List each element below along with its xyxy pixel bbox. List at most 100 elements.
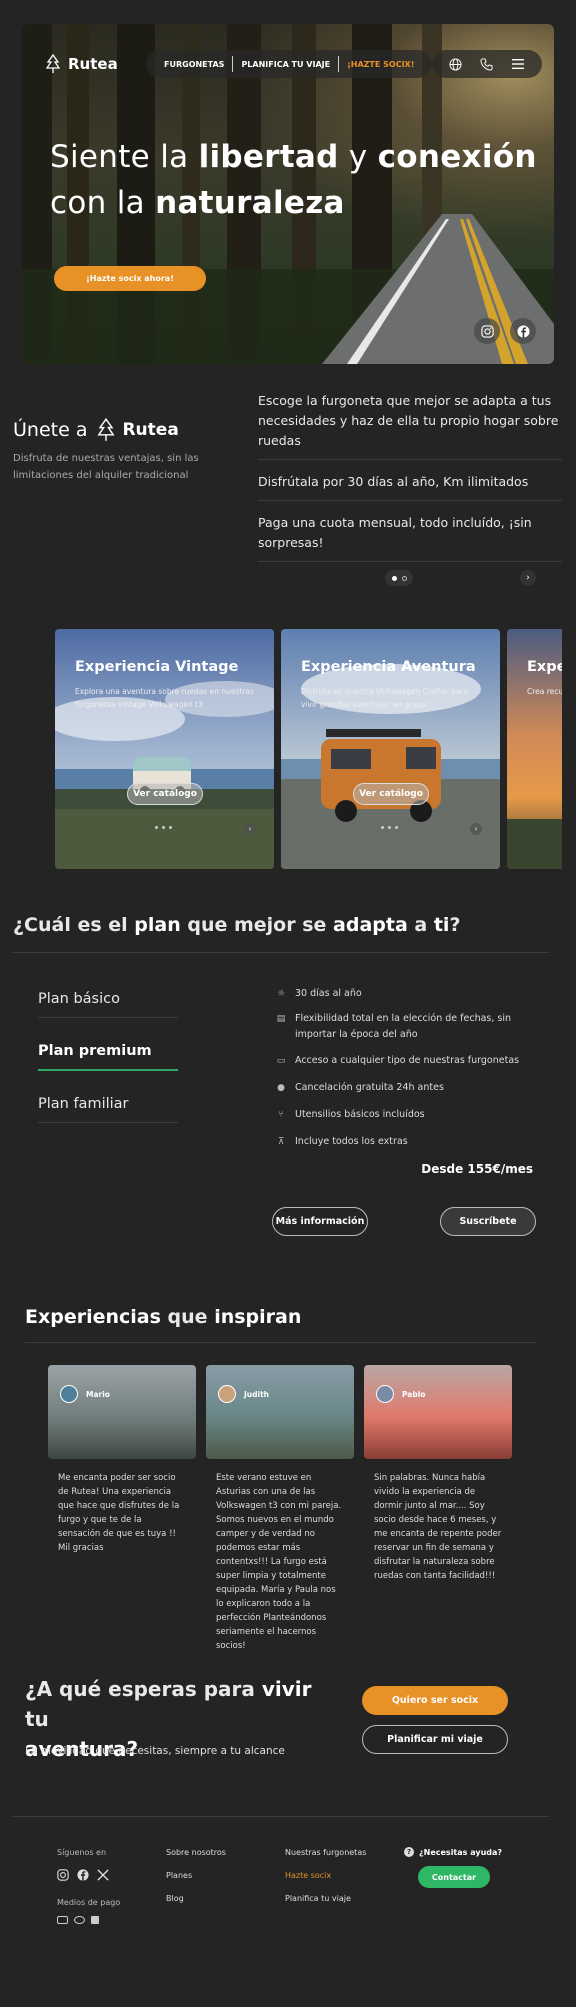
tab-plan-premium[interactable]: Plan premium [38,1043,178,1071]
contact-button[interactable]: Contactar [418,1866,490,1888]
tab-plan-familiar[interactable]: Plan familiar [38,1096,178,1123]
globe-icon[interactable] [448,56,464,72]
hero-banner: Rutea FURGONETAS PLANIFICA TU VIAJE ¡HAZ… [22,24,554,364]
card-description: Disfruta en nuestra Volkswagen Crafter p… [301,687,469,709]
card-title: Experiencia Aventura [301,659,476,675]
feature-text: Utensilios básicos incluídos [295,1109,425,1120]
experience-card-aventura[interactable]: Experiencia Aventura Disfruta en nuestra… [281,629,500,869]
feature-text: Incluye todos los extras [295,1136,408,1147]
tree-logo-icon [97,418,116,441]
feature-item: ▭ Acceso a cualquier tipo de nuestras fur… [275,1053,535,1069]
testimonial-card: Mario Me encanta poder ser socio de Rute… [48,1365,196,1555]
benefit-item: Escoge la furgoneta que mejor se adapta … [258,387,562,460]
footer-social-links [57,1866,109,1885]
chevron-right-icon[interactable]: › [520,570,536,586]
page: Rutea FURGONETAS PLANIFICA TU VIAJE ¡HAZ… [0,0,576,2007]
footer-link-furgonetas[interactable]: Nuestras furgonetas [285,1848,366,1857]
main-nav: FURGONETAS PLANIFICA TU VIAJE ¡HAZTE SOC… [146,50,433,78]
card-pagination [381,826,398,829]
more-info-button[interactable]: Más información [272,1207,368,1236]
pagination-dot[interactable] [401,575,407,581]
footer-divider [13,1816,549,1817]
card-title: Expe [527,659,562,675]
facebook-icon[interactable] [510,318,536,344]
experience-card-vintage[interactable]: Experiencia Vintage Explora una aventura… [55,629,274,869]
plans-title-bold: adapta [333,914,408,936]
credit-card-icon [57,1916,68,1924]
footer-link-sobre-nosotros[interactable]: Sobre nosotros [166,1848,226,1857]
chevron-right-icon[interactable]: › [470,823,482,835]
footer-link-hazte-socix[interactable]: Hazte socix [285,1871,331,1880]
feature-item: ⊼ Incluye todos los extras [275,1134,535,1150]
utensils-icon: ⑂ [278,1110,284,1120]
footer-link-planifica[interactable]: Planifica tu viaje [285,1894,351,1903]
feature-item: ▤ Flexibilidad total en la elección de fe… [275,1011,535,1043]
tree-logo-icon [45,54,61,73]
menu-icon[interactable] [510,56,526,72]
testimonial-image: Mario [48,1365,196,1459]
feature-text: Cancelación gratuita 24h antes [295,1082,444,1093]
footer-link-blog[interactable]: Blog [166,1894,184,1903]
extras-icon: ⊼ [277,1137,285,1147]
cta-title-part: ¿A qué esperas para [25,1677,262,1701]
calendar-icon: ▤ [276,1014,286,1024]
feature-item: ● Cancelación gratuita 24h antes [275,1080,535,1096]
join-title: Únete a Rutea [13,418,213,442]
brand-logo[interactable]: Rutea [44,54,118,74]
chevron-right-icon[interactable]: › [244,823,256,835]
plans-title-part: que mejor se [180,914,334,936]
mastercard-icon [74,1916,85,1924]
hero-cta-button[interactable]: ¡Hazte socix ahora! [54,266,206,291]
join-section: Únete a Rutea Disfruta de nuestras venta… [13,418,213,484]
join-brand-name: Rutea [122,420,179,440]
testimonial-text: Este verano estuve en Asturias con una d… [216,1473,342,1651]
join-title-text: Únete a [13,419,88,441]
plans-title: ¿Cuál es el plan que mejor se adapta a t… [13,914,460,936]
nav-planifica[interactable]: PLANIFICA TU VIAJE [233,60,338,69]
tab-plan-basico[interactable]: Plan básico [38,991,178,1018]
plans-title-part: ? [449,914,461,936]
check-circle-icon: ● [277,1083,285,1093]
experience-card-partial[interactable]: Expe Crea recu queridos a [507,629,562,869]
quiero-ser-socix-button[interactable]: Quiero ser socix [362,1686,508,1715]
instagram-icon[interactable] [474,318,500,344]
testimonial-image: Judith [206,1365,354,1459]
nav-furgonetas[interactable]: FURGONETAS [156,60,232,69]
phone-icon[interactable] [479,56,495,72]
reviewer-name: Judith [244,1390,269,1399]
ver-catalogo-button[interactable]: Ver catálogo [353,783,429,805]
payment-methods [57,1916,99,1924]
footer-link-planes[interactable]: Planes [166,1871,192,1880]
instagram-icon[interactable] [57,1866,69,1885]
hero-title-bold: conexión [377,139,537,175]
feature-text: 30 días al año [295,988,362,999]
planificar-viaje-button[interactable]: Planificar mi viaje [362,1725,508,1754]
card-title: Experiencia Vintage [75,659,239,675]
header-icons [432,50,542,78]
ver-catalogo-button[interactable]: Ver catálogo [127,783,203,805]
testimonial-text: Sin palabras. Nunca había vivido la expe… [374,1473,502,1581]
benefits-pagination [385,570,413,586]
testimonials-title: Experiencias que inspiran [25,1306,301,1328]
facebook-icon[interactable] [77,1866,89,1885]
section-divider [25,1342,536,1343]
benefits-list: Escoge la furgoneta que mejor se adapta … [258,387,562,570]
section-divider [13,952,549,953]
experiences-carousel: Experiencia Vintage Explora una aventura… [55,629,562,869]
card-description: Explora una aventura sobre ruedas en nue… [75,687,254,709]
hero-title-part: con la [50,185,156,221]
plans-title-part: a [407,914,434,936]
help-label: ¿Necesitas ayuda? [419,1847,503,1857]
hero-title-bold: naturaleza [155,185,345,221]
join-subtitle: Disfruta de nuestras ventajas, sin las l… [13,453,199,481]
feature-text: Flexibilidad total en la elección de fec… [295,1013,512,1040]
cta-subtitle: La movilidad que necesitas, siempre a tu… [25,1745,285,1757]
x-twitter-icon[interactable] [97,1866,109,1885]
reviewer-name: Mario [86,1390,110,1399]
testimonials-title-bold: inspiran [214,1306,302,1328]
nav-hazte-socix[interactable]: ¡HAZTE SOCIX! [339,60,422,69]
pagination-dot-active[interactable] [391,575,397,581]
avatar [60,1385,78,1403]
subscribe-button[interactable]: Suscríbete [440,1207,536,1236]
paypal-icon [91,1916,99,1924]
